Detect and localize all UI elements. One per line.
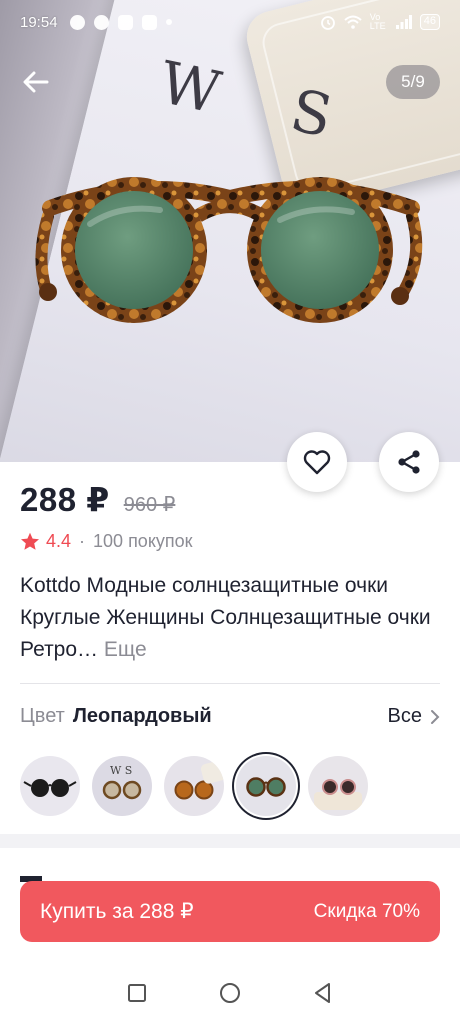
rating-row[interactable]: 4.4 · 100 покупок	[20, 531, 193, 552]
back-button[interactable]	[20, 66, 52, 98]
share-button[interactable]	[379, 432, 439, 492]
status-bar: 19:54 Vo LTE 46	[0, 0, 460, 44]
signal-icon	[395, 15, 412, 29]
buy-button-label: Купить за 288 ₽	[40, 900, 194, 923]
wb-notification-icon	[141, 14, 157, 30]
color-label: Цвет	[20, 705, 65, 727]
alarm-icon	[320, 16, 335, 30]
system-back-button[interactable]	[308, 978, 338, 1008]
section-separator	[0, 834, 460, 848]
buy-button[interactable]: Купить за 288 ₽ Скидка 70%	[20, 881, 440, 942]
color-swatch-pink-dark[interactable]	[308, 756, 368, 816]
swatch-sunglasses-thumbnail	[174, 760, 224, 800]
network-label: Vo LTE	[369, 12, 386, 31]
app-notification-icon	[117, 14, 133, 30]
all-colors-link[interactable]: Все	[388, 705, 440, 728]
color-swatch-tortoise-clear[interactable]: W S	[92, 756, 152, 816]
chat-notification-icon	[69, 14, 85, 30]
all-colors-label: Все	[387, 705, 422, 727]
more-notifications-icon	[165, 19, 172, 25]
product-title-text: Kottdo Модные солнцезащитные очки Круглы…	[20, 574, 431, 661]
discount-label: Скидка 70%	[313, 900, 420, 922]
wifi-icon	[344, 15, 362, 29]
home-button[interactable]	[215, 978, 245, 1008]
color-value: Леопардовый	[72, 705, 212, 727]
more-link[interactable]: Еще	[104, 638, 147, 661]
color-swatch-black[interactable]	[20, 756, 80, 816]
swatch-sunglasses-thumbnail	[314, 779, 362, 810]
chevron-right-icon	[431, 709, 440, 724]
sunglasses-photo	[35, 177, 423, 323]
check-circle-icon	[93, 14, 109, 30]
svg-text:W S: W S	[110, 764, 132, 777]
home-circle-icon	[219, 983, 240, 1003]
arrow-left-icon	[23, 71, 49, 93]
color-swatch-amber[interactable]	[164, 756, 224, 816]
swatch-sunglasses-thumbnail: W S	[102, 764, 142, 800]
price-row: 288 ₽ 960 ₽	[20, 480, 175, 519]
rating-separator: ·	[79, 531, 86, 551]
color-selector-header: Цвет Леопардовый Все	[20, 705, 440, 728]
swatch-sunglasses-thumbnail	[246, 777, 286, 797]
swatch-sunglasses-thumbnail	[23, 779, 77, 797]
status-time: 19:54	[20, 13, 58, 31]
heart-icon	[303, 450, 331, 475]
back-triangle-icon	[315, 983, 331, 1003]
purchases-count: 100 покупок	[93, 531, 193, 551]
recents-square-icon	[127, 984, 146, 1002]
recents-button[interactable]	[122, 978, 152, 1008]
system-navigation-bar	[0, 962, 460, 1024]
divider	[20, 683, 440, 684]
favorite-button[interactable]	[287, 432, 347, 492]
color-swatches: W S	[20, 756, 368, 816]
share-icon	[398, 450, 420, 474]
old-price: 960 ₽	[123, 494, 176, 516]
product-title: Kottdo Модные солнцезащитные очки Круглы…	[20, 570, 440, 666]
gallery-counter: 5/9	[386, 65, 440, 99]
rating-value: 4.4	[46, 531, 72, 551]
star-icon	[21, 532, 39, 550]
color-swatch-leopard-green[interactable]	[236, 756, 296, 816]
current-price: 288 ₽	[20, 481, 110, 518]
battery-indicator: 46	[419, 14, 440, 30]
